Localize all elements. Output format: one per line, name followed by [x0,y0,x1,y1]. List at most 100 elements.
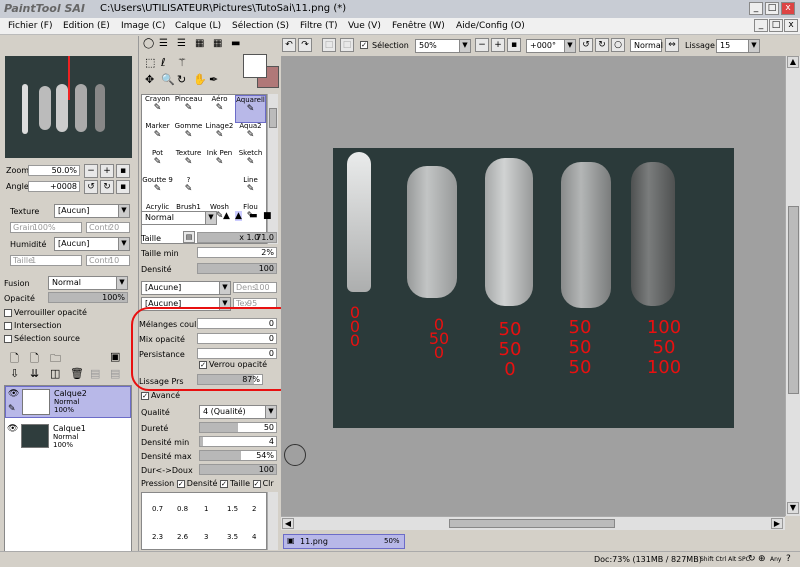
canvas-vertical-scrollbar[interactable]: ▲ ▼ [785,56,800,516]
tool-pinceau[interactable]: Pinceau ✎ [173,95,204,123]
layer-row-calque1[interactable]: 👁 Calque1 Normal 100% [5,422,131,452]
color-wheel-icon[interactable]: ◯ [143,38,154,49]
delete-mask-icon[interactable]: ▤ [110,367,120,380]
clear-layer-icon[interactable]: ◫ [50,367,60,380]
nav-zoom-in-button[interactable]: + [100,164,114,178]
selection-source-option[interactable]: Sélection source [4,334,80,343]
shape-density-slider[interactable]: Dens100 [233,282,277,293]
nav-rotate-right-button[interactable]: ↻ [100,180,114,194]
preset-scrollbar[interactable] [267,492,278,550]
blend-mode-field[interactable]: Normal [630,39,663,52]
deselect-button[interactable]: □ [322,38,336,52]
lock-opacity-option[interactable]: Verrouiller opacité [4,308,87,317]
drawing-canvas[interactable]: 000 0 50 0 50 50 0 50 50 50 100 50 100 [333,148,734,428]
rect-select-icon[interactable]: ⬚ [145,56,155,69]
zoom-select[interactable]: 50% ▼ [415,39,471,53]
zoom-in-button[interactable]: + [491,38,505,52]
move-icon[interactable]: ✥ [145,73,154,86]
undo-button[interactable]: ↶ [282,38,296,52]
intersection-option[interactable]: Intersection [4,321,62,330]
rgb-sliders-icon[interactable]: ☰ [159,38,168,49]
menu-fichier[interactable]: Fichier (F) [8,21,52,31]
advanced-option[interactable]: ✓ Avancé [141,391,180,400]
minimize-button[interactable]: _ [749,2,763,15]
tool--[interactable]: ? ✎ [173,176,204,204]
doc-minimize-button[interactable]: _ [754,19,768,32]
nav-zoom-out-button[interactable]: − [84,164,98,178]
invert-selection-button[interactable]: □ [340,38,354,52]
tool-pot[interactable]: Pot ✎ [142,149,173,177]
preset-2-6[interactable]: 2.6 [177,533,188,541]
texture-select[interactable]: [Aucun] ▼ [54,204,130,218]
layer-mask-icon[interactable]: ▣ [110,350,120,363]
humidity-contrast-slider[interactable]: Contr10 [86,255,130,266]
tool-aquarell[interactable]: Aquarell ✎ [235,95,266,123]
humidity-size-slider[interactable]: Taille1 [10,255,82,266]
zoom-icon[interactable]: 🔍 [161,73,175,86]
preset-2-3[interactable]: 2.3 [152,533,163,541]
zoom-reset-button[interactable]: ▪ [507,38,521,52]
tool-a-ro[interactable]: Aéro ✎ [204,95,235,123]
hard-soft-slider[interactable]: 100 [199,464,277,475]
maximize-button[interactable]: □ [765,2,779,15]
pressure-density-checkbox[interactable]: ✓ [176,479,185,488]
tool-empty[interactable] [204,176,235,204]
size-multiplier-button[interactable]: ▤ [183,231,195,243]
apply-mask-icon[interactable]: ▤ [90,367,100,380]
tool-linage2[interactable]: Linage2 ✎ [204,122,235,150]
brush-blend-select[interactable]: Normal ▼ [141,211,217,225]
pressure-size-checkbox[interactable]: ✓ [219,479,228,488]
nav-rotate-left-button[interactable]: ↺ [84,180,98,194]
zoom-slider[interactable]: 50.0% [28,165,80,176]
magic-wand-icon[interactable]: ⚚ [177,56,187,69]
redo-button[interactable]: ↷ [298,38,312,52]
scratchpad-icon[interactable]: ▬ [231,38,240,49]
tool-aqua2[interactable]: Aqua2 ✎ [235,122,266,150]
nav-rotate-reset-button[interactable]: ▪ [116,180,130,194]
shape-flat-icon[interactable]: ▲ [223,211,230,221]
layer-blend-select[interactable]: Normal ▼ [48,276,128,290]
tool-marker[interactable]: Marker ✎ [142,122,173,150]
min-density-slider[interactable]: 4 [199,436,277,447]
rotate-icon[interactable]: ↻ [177,73,186,86]
document-tab-11png[interactable]: ▣ 11.png 50% [283,534,405,549]
preset-1-5[interactable]: 1.5 [227,505,238,513]
close-button[interactable]: x [781,2,795,15]
menu-filtre[interactable]: Filtre (T) [300,21,337,31]
menu-image[interactable]: Image (C) [121,21,165,31]
shape-round-icon[interactable]: ▲ [235,211,242,221]
menu-calque[interactable]: Calque (L) [175,21,221,31]
eyedropper-icon[interactable]: ✒ [209,73,218,86]
visibility-eye-icon[interactable]: 👁 [7,424,18,434]
tool-gomme[interactable]: Gomme ✎ [173,122,204,150]
size-slider[interactable]: x 1.071.0 [197,232,277,243]
tool-goutte-9[interactable]: Goutte 9 ✎ [142,176,173,204]
grain-slider[interactable]: Grain100% [10,222,82,233]
hsv-sliders-icon[interactable]: ☰ [177,38,186,49]
menu-aide[interactable]: Aide/Config (O) [456,21,525,31]
layer-opacity-slider[interactable]: 100% [48,292,128,303]
nav-zoom-reset-button[interactable]: ▪ [116,164,130,178]
menu-selection[interactable]: Sélection (S) [232,21,289,31]
transfer-down-icon[interactable]: ⇩ [10,367,19,380]
selection-checkbox[interactable]: ✓ [360,41,368,49]
brush-shape-selector[interactable]: ▲ ▲ ▬ ■ [221,211,277,225]
swatches-icon[interactable]: ▦ [213,38,222,49]
preset-0-7[interactable]: 0.7 [152,505,163,513]
primary-color-swatch[interactable] [243,54,267,78]
quality-select[interactable]: 4 (Qualité) ▼ [199,405,277,419]
lasso-icon[interactable]: ℓ [161,56,166,69]
tool-texture[interactable]: Texture ✎ [173,149,204,177]
angle-slider[interactable]: +0008 [28,181,80,192]
rotate-left-button[interactable]: ↺ [579,38,593,52]
mixer-icon[interactable]: ▦ [195,38,204,49]
min-size-slider[interactable]: 2% [197,247,277,258]
doc-restore-button[interactable]: □ [769,19,783,32]
navigator-preview[interactable] [5,56,132,158]
tool-line[interactable]: Line ✎ [235,176,266,204]
max-density-slider[interactable]: 54% [199,450,277,461]
flip-button[interactable]: ⇔ [665,38,679,52]
canvas-horizontal-scrollbar[interactable]: ◀ ▶ [281,516,785,530]
texture-contrast-slider[interactable]: Contr20 [86,222,130,233]
shape-square-icon[interactable]: ■ [263,211,272,221]
